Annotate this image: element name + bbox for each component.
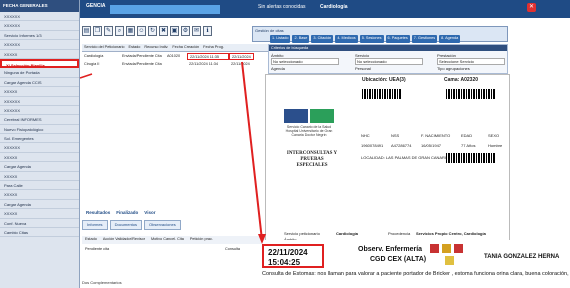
annotation-arrows: [79, 61, 266, 244]
red-arrow-line: [241, 61, 263, 241]
red-arrow-head: [258, 234, 266, 244]
red-arrow-line: [79, 73, 93, 79]
